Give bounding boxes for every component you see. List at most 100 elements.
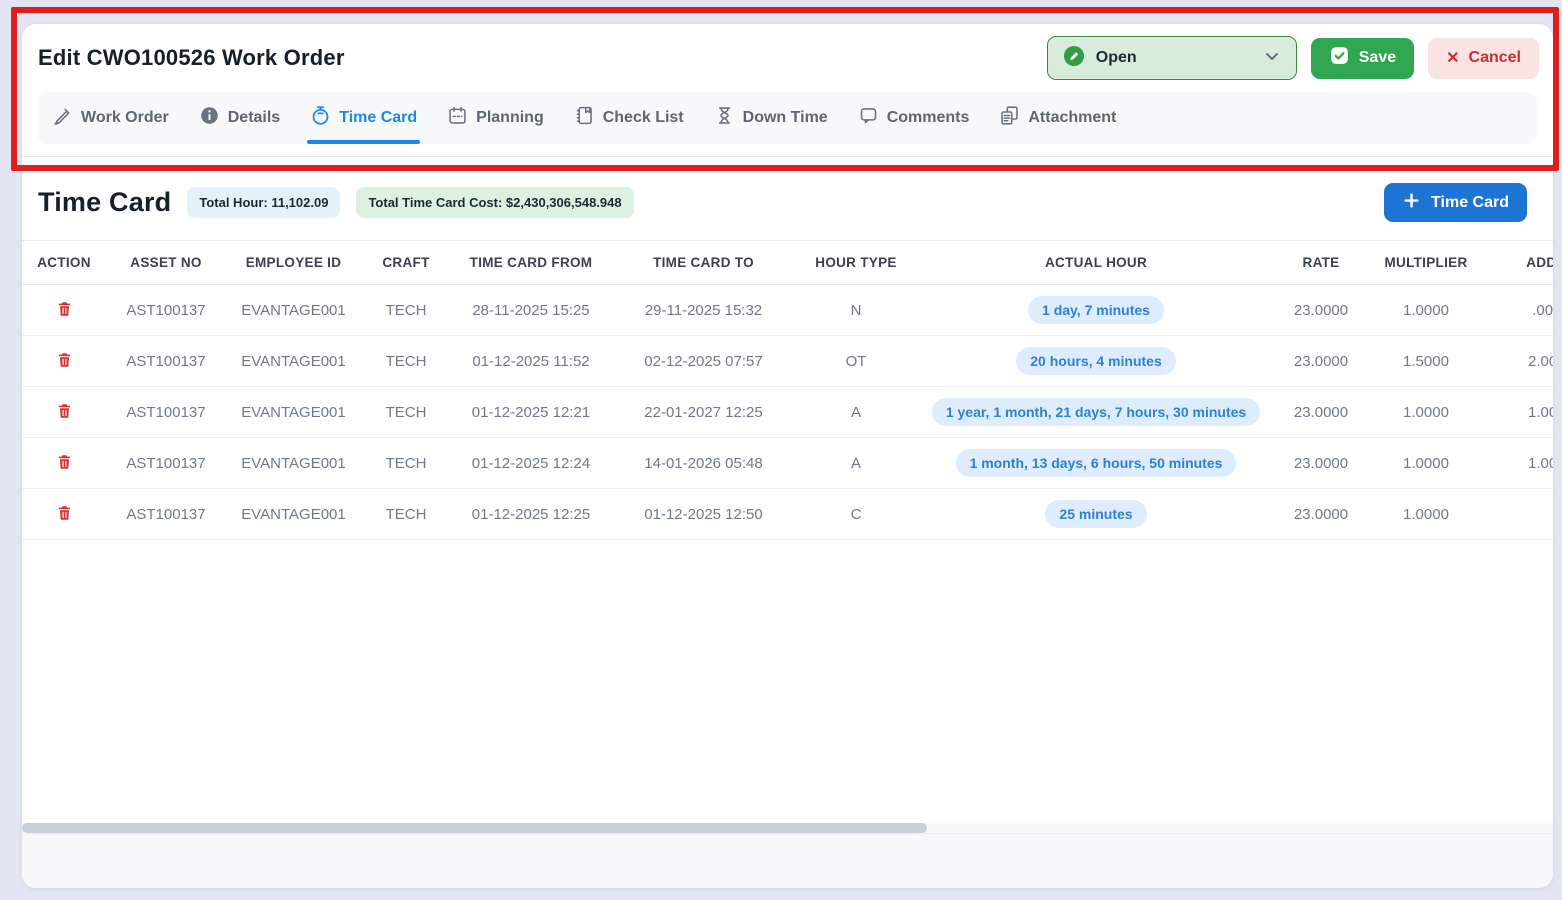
comment-icon	[858, 105, 879, 131]
tab-label: Time Card	[339, 109, 417, 127]
pen-icon	[52, 105, 73, 131]
delete-row-button[interactable]	[54, 502, 75, 524]
tab-time-card[interactable]: Time Card	[310, 105, 417, 131]
cell-hour-type: N	[796, 285, 916, 336]
tab-attachment[interactable]: Attachment	[999, 105, 1116, 131]
horizontal-scrollbar-track[interactable]	[22, 823, 1553, 833]
chevron-down-icon	[1262, 46, 1282, 71]
cell-craft: TECH	[361, 336, 451, 387]
col-adder: ADDER	[1486, 241, 1553, 285]
cancel-label: Cancel	[1469, 49, 1521, 67]
status-label: Open	[1096, 49, 1137, 67]
col-actual-hour: ACTUAL HOUR	[916, 241, 1276, 285]
header-actions: Open Save ✕ Cancel	[1047, 36, 1539, 80]
cell-adder: 2.0000	[1486, 336, 1553, 387]
card-header: Edit CWO100526 Work Order Open Save ✕	[22, 24, 1553, 92]
tab-work-order[interactable]: Work Order	[52, 105, 169, 131]
delete-row-button[interactable]	[54, 298, 75, 320]
col-multiplier: MULTIPLIER	[1366, 241, 1486, 285]
cell-from: 28-11-2025 15:25	[451, 285, 611, 336]
tab-planning[interactable]: Planning	[447, 105, 544, 131]
cell-asset-no: AST100137	[106, 336, 226, 387]
tab-comments[interactable]: Comments	[858, 105, 970, 131]
cell-hour-type: OT	[796, 336, 916, 387]
tab-label: Work Order	[81, 109, 169, 127]
time-card-table: ACTION ASSET NO EMPLOYEE ID CRAFT TIME C…	[22, 240, 1553, 540]
page-title: Edit CWO100526 Work Order	[38, 45, 345, 71]
cell-asset-no: AST100137	[106, 285, 226, 336]
actual-hour-pill: 20 hours, 4 minutes	[1016, 347, 1175, 375]
cell-employee-id: EVANTAGE001	[226, 438, 361, 489]
cancel-button[interactable]: ✕ Cancel	[1428, 38, 1539, 79]
table-row: AST100137 EVANTAGE001 TECH 01-12-2025 12…	[22, 489, 1553, 540]
cell-asset-no: AST100137	[106, 489, 226, 540]
tab-label: Details	[228, 109, 280, 127]
cell-to: 22-01-2027 12:25	[611, 387, 796, 438]
cell-adder: .0000	[1486, 285, 1553, 336]
cell-multiplier: 1.0000	[1366, 285, 1486, 336]
cell-asset-no: AST100137	[106, 438, 226, 489]
cell-asset-no: AST100137	[106, 387, 226, 438]
cell-hour-type: A	[796, 387, 916, 438]
delete-row-button[interactable]	[54, 451, 75, 473]
cell-multiplier: 1.5000	[1366, 336, 1486, 387]
cell-employee-id: EVANTAGE001	[226, 285, 361, 336]
table-header-row: ACTION ASSET NO EMPLOYEE ID CRAFT TIME C…	[22, 241, 1553, 285]
cell-multiplier: 1.0000	[1366, 387, 1486, 438]
empty-table-area	[22, 540, 1553, 823]
table-row: AST100137 EVANTAGE001 TECH 28-11-2025 15…	[22, 285, 1553, 336]
work-order-edit-card: Edit CWO100526 Work Order Open Save ✕	[22, 24, 1553, 888]
cell-rate: 23.0000	[1276, 336, 1366, 387]
col-rate: RATE	[1276, 241, 1366, 285]
actual-hour-pill: 1 year, 1 month, 21 days, 7 hours, 30 mi…	[932, 398, 1260, 426]
tab-bar: Work Order Details Time Card Planning Ch…	[38, 92, 1537, 144]
attachment-icon	[999, 105, 1020, 131]
delete-row-button[interactable]	[54, 349, 75, 371]
plus-icon	[1402, 191, 1421, 215]
cell-to: 14-01-2026 05:48	[611, 438, 796, 489]
tab-label: Planning	[476, 109, 544, 127]
section-title: Time Card	[38, 187, 171, 218]
horizontal-scrollbar-thumb[interactable]	[22, 823, 927, 833]
cell-craft: TECH	[361, 489, 451, 540]
col-asset-no: ASSET NO	[106, 241, 226, 285]
cell-from: 01-12-2025 12:21	[451, 387, 611, 438]
cell-hour-type: C	[796, 489, 916, 540]
cell-multiplier: 1.0000	[1366, 438, 1486, 489]
tab-check-list[interactable]: Check List	[574, 105, 684, 131]
tab-details[interactable]: Details	[199, 105, 280, 131]
cell-craft: TECH	[361, 387, 451, 438]
cell-rate: 23.0000	[1276, 438, 1366, 489]
col-hour-type: HOUR TYPE	[796, 241, 916, 285]
save-button[interactable]: Save	[1311, 38, 1414, 79]
col-employee-id: EMPLOYEE ID	[226, 241, 361, 285]
cell-adder: 1.0000	[1486, 438, 1553, 489]
tab-down-time[interactable]: Down Time	[714, 105, 828, 131]
total-hour-badge: Total Hour: 11,102.09	[187, 187, 340, 218]
actual-hour-pill: 1 day, 7 minutes	[1028, 296, 1164, 324]
tab-label: Down Time	[743, 109, 828, 127]
col-time-card-to: TIME CARD TO	[611, 241, 796, 285]
cancel-x-icon: ✕	[1446, 48, 1459, 68]
status-dropdown[interactable]: Open	[1047, 36, 1297, 80]
card-footer	[22, 833, 1553, 888]
cell-rate: 23.0000	[1276, 387, 1366, 438]
cell-to: 29-11-2025 15:32	[611, 285, 796, 336]
table-row: AST100137 EVANTAGE001 TECH 01-12-2025 12…	[22, 387, 1553, 438]
tab-label: Attachment	[1028, 109, 1116, 127]
tab-label: Comments	[887, 109, 970, 127]
actual-hour-pill: 25 minutes	[1045, 500, 1146, 528]
add-time-card-button[interactable]: Time Card	[1384, 183, 1527, 222]
col-time-card-from: TIME CARD FROM	[451, 241, 611, 285]
cell-rate: 23.0000	[1276, 489, 1366, 540]
cell-to: 01-12-2025 12:50	[611, 489, 796, 540]
info-icon	[199, 105, 220, 131]
cell-adder: 1.0000	[1486, 387, 1553, 438]
cell-rate: 23.0000	[1276, 285, 1366, 336]
hourglass-icon	[714, 105, 735, 131]
cell-employee-id: EVANTAGE001	[226, 489, 361, 540]
save-check-icon	[1329, 45, 1350, 71]
delete-row-button[interactable]	[54, 400, 75, 422]
total-cost-badge: Total Time Card Cost: $2,430,306,548.948	[356, 187, 633, 218]
cell-employee-id: EVANTAGE001	[226, 336, 361, 387]
